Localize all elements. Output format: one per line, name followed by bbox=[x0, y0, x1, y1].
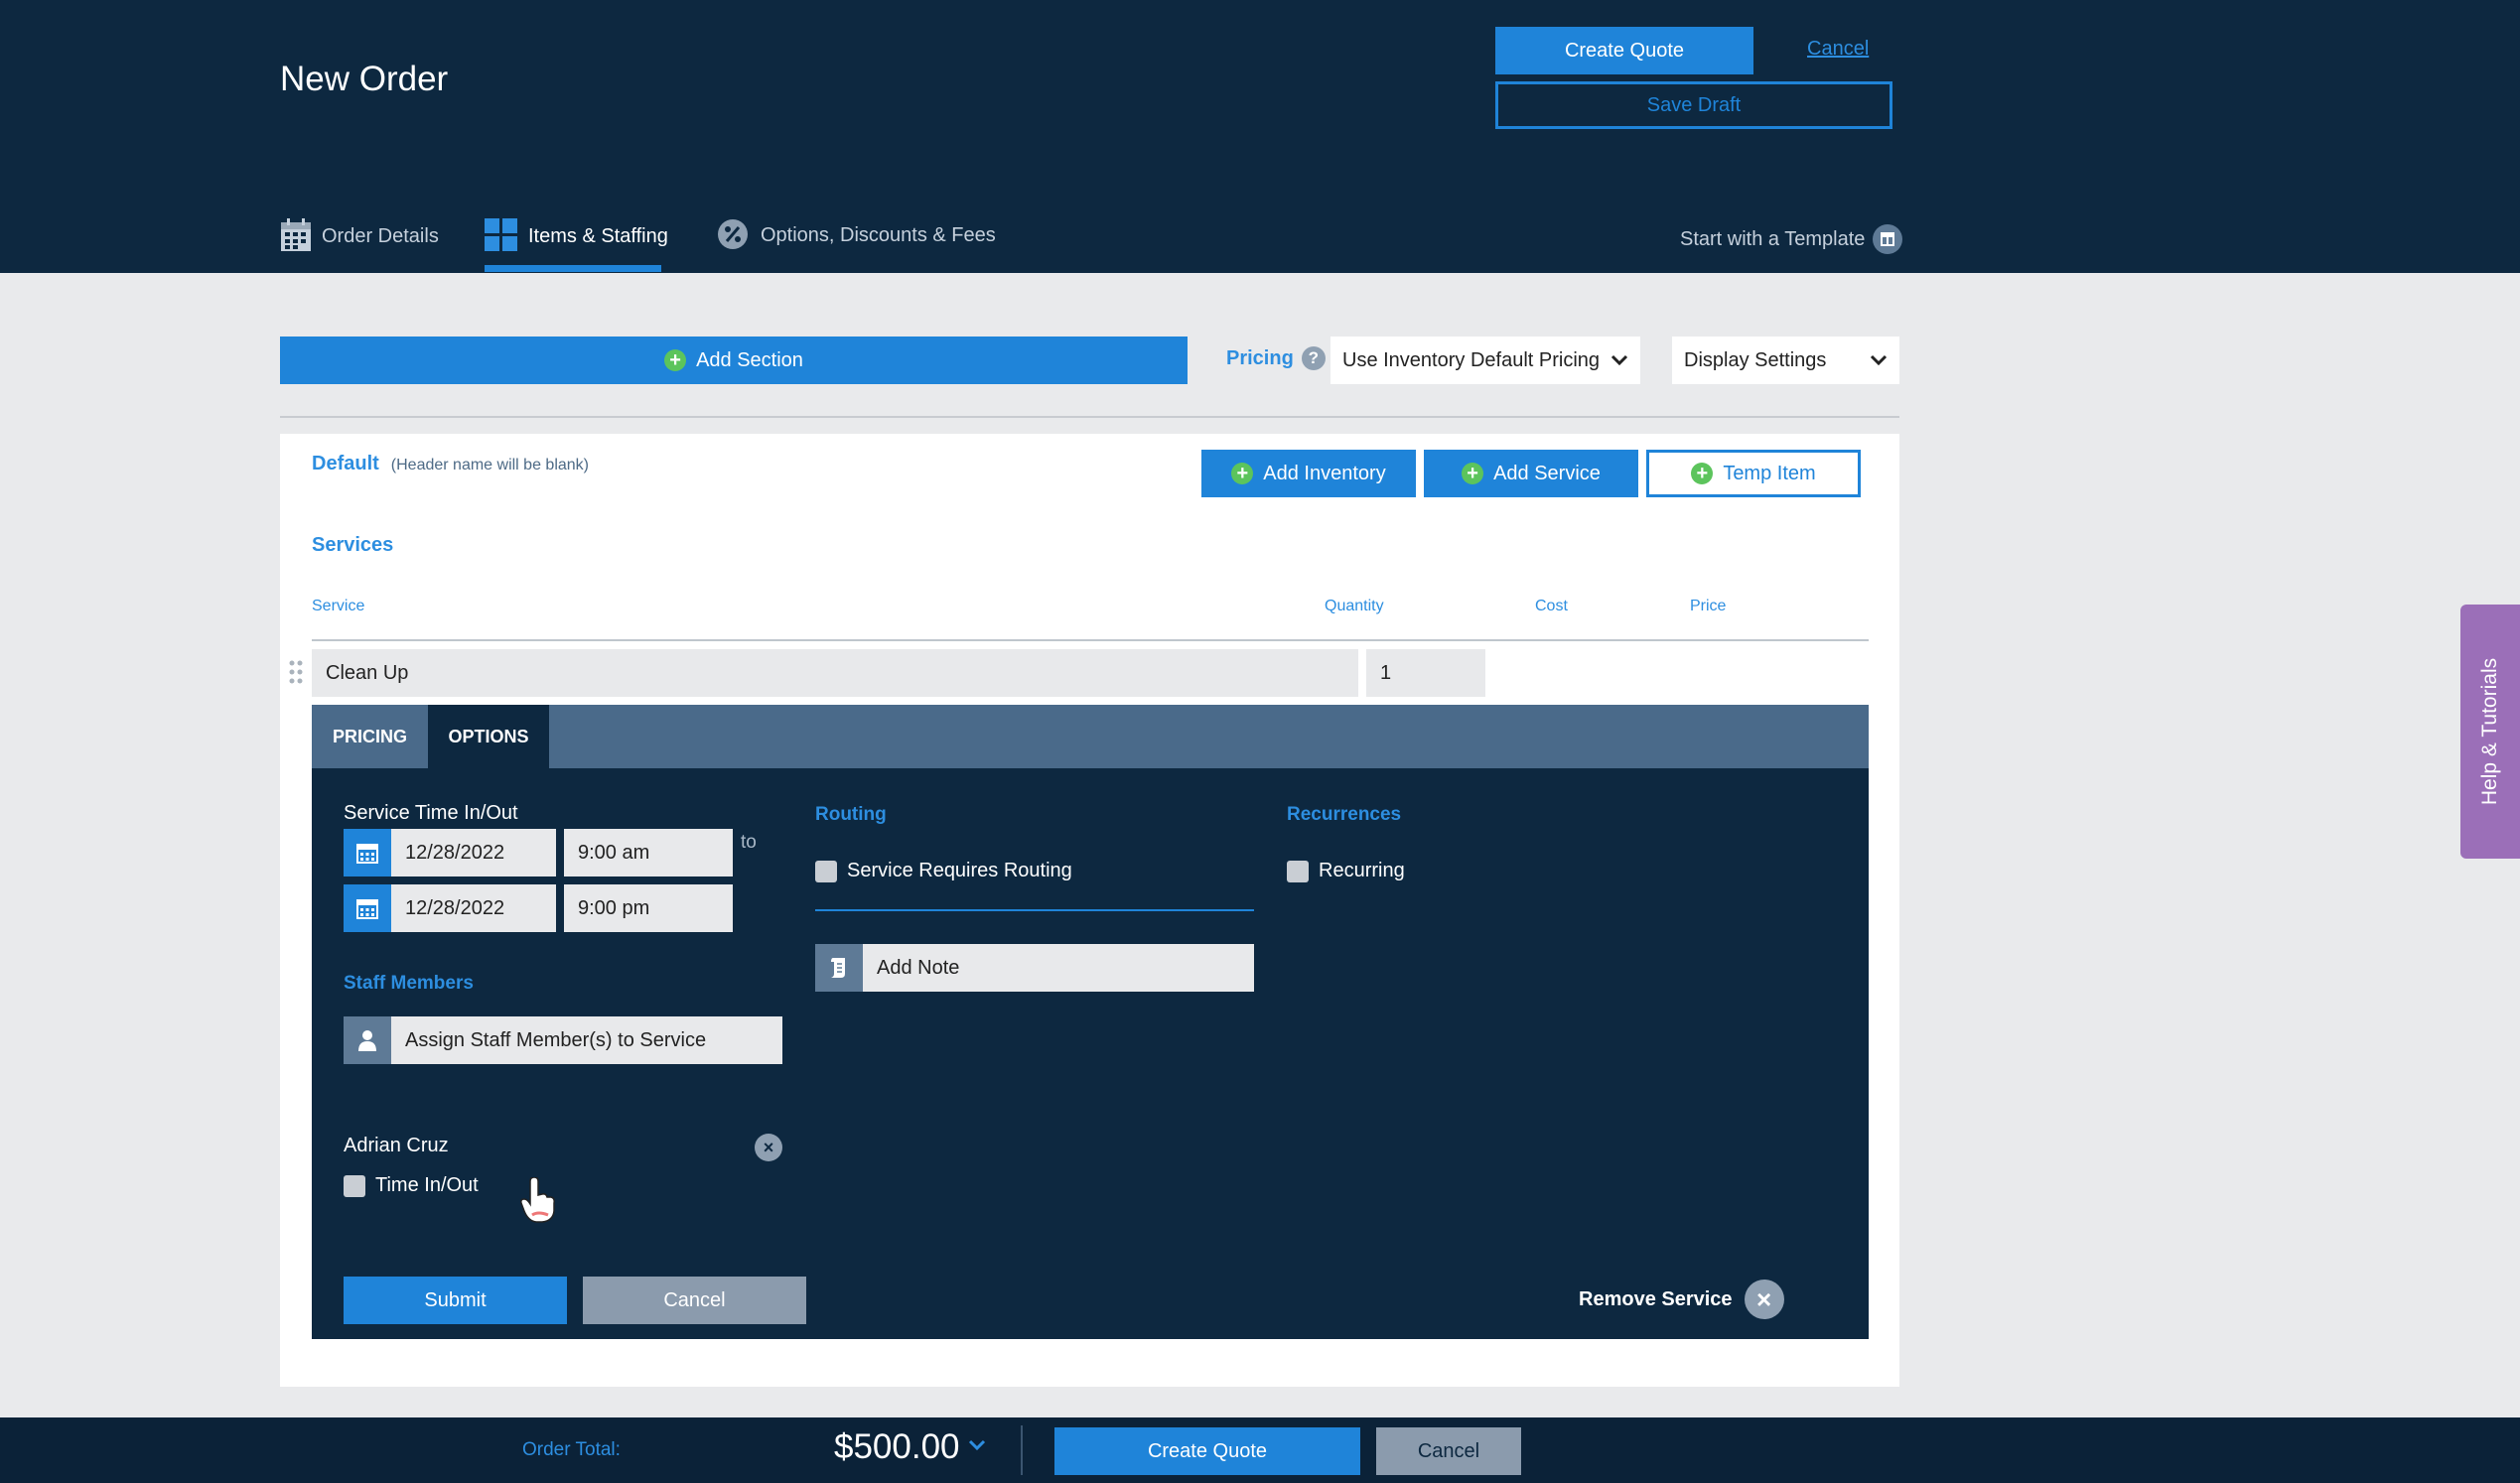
add-inventory-button[interactable]: + Add Inventory bbox=[1201, 450, 1416, 497]
order-total-label: Order Total: bbox=[522, 1439, 621, 1460]
end-date-input[interactable]: 12/28/2022 bbox=[391, 884, 556, 932]
requires-routing-label: Service Requires Routing bbox=[847, 860, 1072, 881]
col-header-quantity: Quantity bbox=[1325, 598, 1384, 614]
col-header-price: Price bbox=[1690, 598, 1727, 614]
staff-members-heading: Staff Members bbox=[344, 973, 474, 994]
plus-icon: + bbox=[1691, 463, 1714, 484]
section-name-text: Default bbox=[312, 453, 379, 474]
add-service-button[interactable]: + Add Service bbox=[1424, 450, 1638, 497]
checkbox-box bbox=[344, 1174, 365, 1197]
cancel-button[interactable]: Cancel bbox=[583, 1277, 806, 1324]
footer-cancel-button[interactable]: Cancel bbox=[1376, 1427, 1521, 1475]
checkbox-box bbox=[1287, 860, 1309, 882]
section-name: Default (Header name will be blank) bbox=[312, 453, 589, 475]
tab-pricing[interactable]: PRICING bbox=[312, 705, 428, 768]
divider bbox=[280, 416, 1899, 418]
time-in-out-label: Time In/Out bbox=[375, 1174, 479, 1196]
create-quote-button[interactable]: Create Quote bbox=[1495, 27, 1753, 74]
chevron-down-icon bbox=[968, 1438, 986, 1456]
add-inventory-label: Add Inventory bbox=[1263, 462, 1386, 484]
help-tutorials-label: Help & Tutorials bbox=[2478, 657, 2502, 806]
tab-label: Items & Staffing bbox=[528, 225, 668, 247]
close-icon: × bbox=[1744, 1280, 1784, 1319]
requires-routing-checkbox[interactable]: Service Requires Routing bbox=[815, 860, 1072, 882]
order-total-amount: $500.00 bbox=[834, 1427, 960, 1466]
start-time-input[interactable]: 9:00 am bbox=[564, 829, 733, 876]
column-divider bbox=[312, 639, 1869, 641]
tab-options[interactable]: OPTIONS bbox=[428, 705, 549, 768]
grid-icon bbox=[485, 218, 518, 258]
calendar-icon[interactable] bbox=[344, 829, 391, 876]
routing-divider bbox=[815, 909, 1254, 911]
pricing-select[interactable]: Use Inventory Default Pricing bbox=[1330, 337, 1640, 384]
pricing-label: Pricing ? bbox=[1226, 346, 1326, 370]
recurrences-heading: Recurrences bbox=[1287, 804, 1402, 825]
page-title: New Order bbox=[280, 60, 449, 98]
percent-badge-icon bbox=[717, 218, 749, 256]
footer-divider bbox=[1021, 1425, 1023, 1475]
quantity-field[interactable]: 1 bbox=[1366, 649, 1485, 697]
start-with-template-link[interactable]: Start with a Template bbox=[1680, 224, 1903, 254]
col-header-service: Service bbox=[312, 598, 365, 614]
pricing-label-text: Pricing bbox=[1226, 346, 1294, 369]
to-label: to bbox=[741, 832, 757, 853]
service-name-field[interactable]: Clean Up bbox=[312, 649, 1358, 697]
drag-handle-icon[interactable] bbox=[288, 659, 304, 690]
assign-staff-input[interactable]: Assign Staff Member(s) to Service bbox=[391, 1016, 782, 1064]
help-tutorials-tab[interactable]: Help & Tutorials bbox=[2460, 605, 2520, 859]
end-time-input[interactable]: 9:00 pm bbox=[564, 884, 733, 932]
save-draft-button[interactable]: Save Draft bbox=[1495, 81, 1892, 129]
routing-heading: Routing bbox=[815, 804, 887, 825]
calendar-icon bbox=[280, 218, 312, 258]
services-heading: Services bbox=[312, 534, 394, 556]
template-icon bbox=[1873, 224, 1903, 254]
start-date-input[interactable]: 12/28/2022 bbox=[391, 829, 556, 876]
cancel-link[interactable]: Cancel bbox=[1807, 38, 1869, 61]
submit-button[interactable]: Submit bbox=[344, 1277, 567, 1324]
chevron-down-icon bbox=[1870, 349, 1888, 372]
recurring-checkbox[interactable]: Recurring bbox=[1287, 860, 1405, 882]
order-total-value[interactable]: $500.00 bbox=[834, 1427, 986, 1467]
tab-label: Order Details bbox=[322, 225, 439, 247]
template-link-label: Start with a Template bbox=[1680, 227, 1866, 250]
time-in-out-checkbox[interactable]: Time In/Out bbox=[344, 1174, 479, 1197]
help-icon[interactable]: ? bbox=[1301, 346, 1326, 370]
hand-cursor-icon bbox=[518, 1176, 558, 1228]
temp-item-label: Temp Item bbox=[1723, 462, 1816, 484]
chevron-down-icon bbox=[1610, 349, 1628, 372]
pricing-select-value: Use Inventory Default Pricing bbox=[1342, 348, 1601, 371]
remove-service-label: Remove Service bbox=[1579, 1287, 1733, 1310]
display-settings-value: Display Settings bbox=[1684, 348, 1827, 371]
tab-label: Options, Discounts & Fees bbox=[761, 224, 996, 246]
temp-item-button[interactable]: + Temp Item bbox=[1646, 450, 1861, 497]
plus-icon: + bbox=[1462, 463, 1484, 484]
note-icon[interactable] bbox=[815, 944, 863, 992]
person-icon[interactable] bbox=[344, 1016, 391, 1064]
remove-staff-icon[interactable]: × bbox=[755, 1134, 782, 1161]
remove-service-button[interactable]: Remove Service × bbox=[1579, 1280, 1784, 1319]
recurring-label: Recurring bbox=[1319, 860, 1405, 881]
active-tab-indicator bbox=[485, 265, 661, 272]
plus-icon: + bbox=[1231, 463, 1254, 484]
add-note-input[interactable]: Add Note bbox=[863, 944, 1254, 992]
add-section-label: Add Section bbox=[696, 348, 803, 371]
add-section-button[interactable]: + Add Section bbox=[280, 337, 1188, 384]
display-settings-select[interactable]: Display Settings bbox=[1672, 337, 1899, 384]
col-header-cost: Cost bbox=[1535, 598, 1568, 614]
add-service-label: Add Service bbox=[1493, 462, 1601, 484]
footer-create-quote-button[interactable]: Create Quote bbox=[1054, 1427, 1360, 1475]
tab-options-discounts-fees[interactable]: Options, Discounts & Fees bbox=[717, 218, 996, 274]
service-time-label: Service Time In/Out bbox=[344, 802, 518, 824]
calendar-icon[interactable] bbox=[344, 884, 391, 932]
plus-icon: + bbox=[664, 349, 687, 371]
checkbox-box bbox=[815, 860, 837, 882]
tab-order-details[interactable]: Order Details bbox=[280, 218, 439, 274]
staff-name: Adrian Cruz bbox=[344, 1135, 449, 1156]
section-note: (Header name will be blank) bbox=[390, 457, 589, 473]
